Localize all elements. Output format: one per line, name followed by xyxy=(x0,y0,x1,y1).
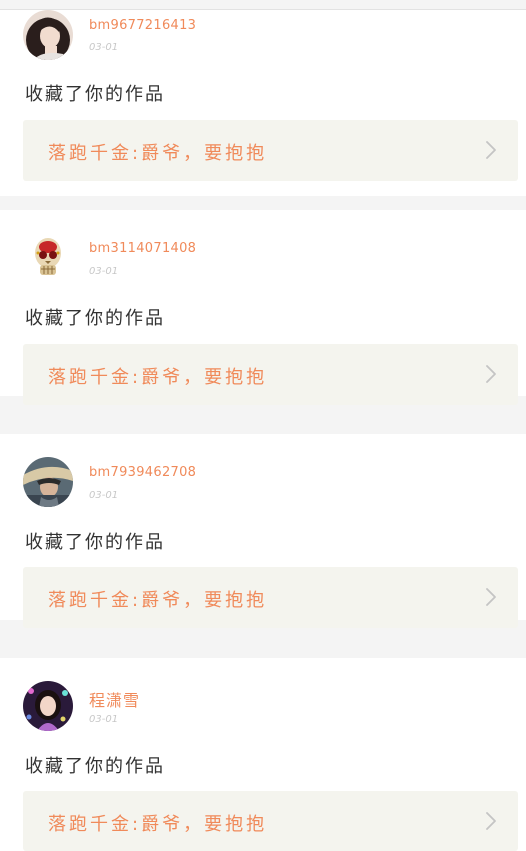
avatar[interactable] xyxy=(23,10,73,60)
work-link[interactable]: 落跑千金:爵爷，要抱抱 xyxy=(23,344,518,405)
action-text: 收藏了你的作品 xyxy=(25,84,165,105)
chevron-right-icon xyxy=(486,141,496,159)
username[interactable]: bm9677216413 xyxy=(89,18,196,33)
notification-card: bm3114071408 03-01 收藏了你的作品 落跑千金:爵爷，要抱抱 xyxy=(0,210,526,405)
timestamp: 03-01 xyxy=(89,490,119,501)
avatar[interactable] xyxy=(23,457,73,507)
avatar[interactable] xyxy=(23,681,73,731)
username[interactable]: bm3114071408 xyxy=(89,241,196,256)
chevron-right-icon xyxy=(486,812,496,830)
girl-portrait-icon xyxy=(23,10,73,60)
timestamp: 03-01 xyxy=(89,714,119,725)
timestamp: 03-01 xyxy=(89,42,119,53)
chevron-right-icon xyxy=(486,365,496,383)
work-title: 落跑千金:爵爷，要抱抱 xyxy=(48,143,268,164)
work-title: 落跑千金:爵爷，要抱抱 xyxy=(48,590,268,611)
action-text: 收藏了你的作品 xyxy=(25,308,165,329)
woman-portrait-icon xyxy=(23,681,73,731)
timestamp: 03-01 xyxy=(89,266,119,277)
notification-card: 程潇雪 03-01 收藏了你的作品 落跑千金:爵爷，要抱抱 xyxy=(0,658,526,851)
chevron-right-icon xyxy=(486,588,496,606)
action-text: 收藏了你的作品 xyxy=(25,756,165,777)
work-link[interactable]: 落跑千金:爵爷，要抱抱 xyxy=(23,120,518,181)
notification-card: bm7939462708 03-01 收藏了你的作品 落跑千金:爵爷，要抱抱 xyxy=(0,434,526,628)
work-link[interactable]: 落跑千金:爵爷，要抱抱 xyxy=(23,567,518,628)
notification-card: bm9677216413 03-01 收藏了你的作品 落跑千金:爵爷，要抱抱 xyxy=(0,10,526,196)
username[interactable]: bm7939462708 xyxy=(89,465,196,480)
work-link[interactable]: 落跑千金:爵爷，要抱抱 xyxy=(23,791,518,851)
avatar[interactable] xyxy=(23,233,73,283)
hat-warrior-icon xyxy=(23,457,73,507)
username[interactable]: 程潇雪 xyxy=(89,687,140,711)
work-title: 落跑千金:爵爷，要抱抱 xyxy=(48,814,268,835)
action-text: 收藏了你的作品 xyxy=(25,532,165,553)
jeweled-skull-icon xyxy=(23,233,73,283)
work-title: 落跑千金:爵爷，要抱抱 xyxy=(48,367,268,388)
